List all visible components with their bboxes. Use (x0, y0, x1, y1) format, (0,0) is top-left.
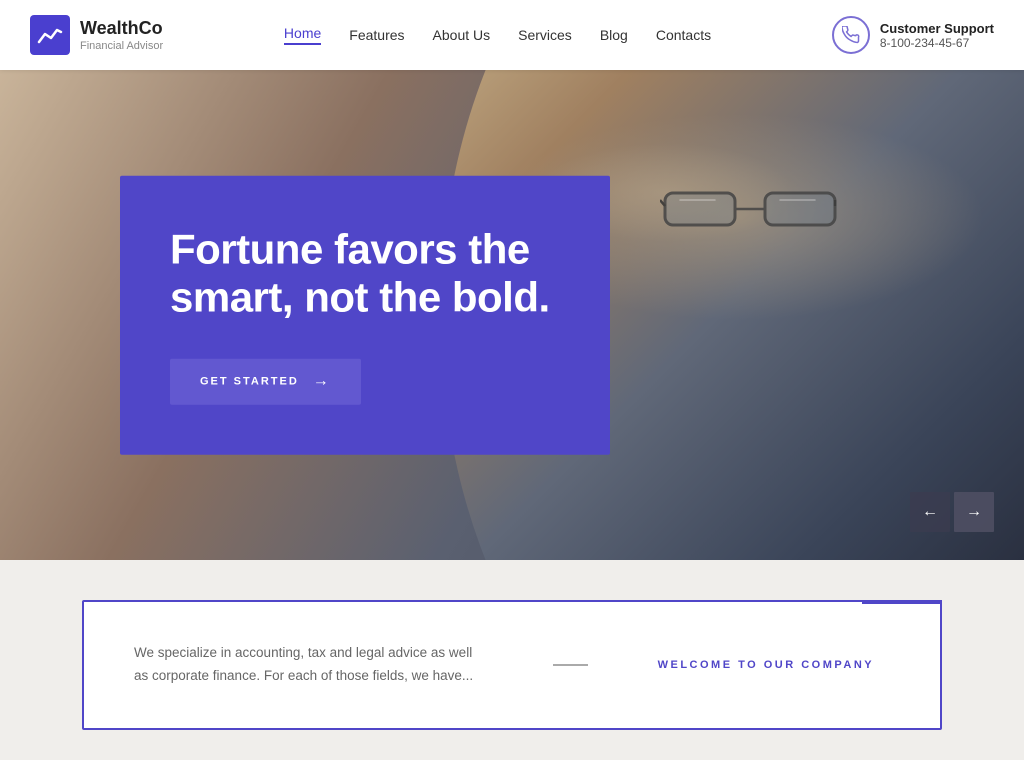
hero-headline: Fortune favors the smart, not the bold. (170, 226, 555, 323)
arrow-right-icon: → (313, 372, 331, 390)
card-description: We specialize in accounting, tax and leg… (134, 642, 483, 688)
welcome-card: We specialize in accounting, tax and leg… (82, 600, 942, 730)
slider-prev-button[interactable]: ← (910, 492, 950, 532)
get-started-button[interactable]: GET STARTED → (170, 358, 361, 404)
logo-icon (30, 15, 70, 55)
support-phone: 8-100-234-45-67 (880, 36, 994, 50)
logo-title: WealthCo (80, 18, 163, 40)
get-started-label: GET STARTED (200, 375, 299, 387)
header: WealthCo Financial Advisor Home Features… (0, 0, 1024, 70)
card-welcome: WELCOME TO OUR COMPANY (658, 642, 890, 688)
welcome-label: WELCOME TO OUR COMPANY (658, 659, 890, 671)
glasses-detail (660, 178, 840, 238)
logo[interactable]: WealthCo Financial Advisor (30, 15, 163, 55)
slider-controls: ← → (910, 492, 994, 532)
card-divider (553, 664, 588, 666)
company-description: We specialize in accounting, tax and leg… (134, 642, 483, 688)
phone-icon (832, 16, 870, 54)
below-hero-section: We specialize in accounting, tax and leg… (0, 560, 1024, 760)
support-label: Customer Support (880, 21, 994, 36)
slider-next-button[interactable]: → (954, 492, 994, 532)
customer-support[interactable]: Customer Support 8-100-234-45-67 (832, 16, 994, 54)
support-text: Customer Support 8-100-234-45-67 (880, 21, 994, 50)
nav-item-contacts[interactable]: Contacts (656, 27, 711, 43)
nav-item-blog[interactable]: Blog (600, 27, 628, 43)
main-nav: Home Features About Us Services Blog Con… (284, 25, 711, 45)
nav-item-home[interactable]: Home (284, 25, 321, 45)
hero-content-box: Fortune favors the smart, not the bold. … (120, 176, 610, 455)
logo-subtitle: Financial Advisor (80, 40, 163, 52)
nav-item-services[interactable]: Services (518, 27, 572, 43)
nav-item-about[interactable]: About Us (433, 27, 491, 43)
logo-text: WealthCo Financial Advisor (80, 18, 163, 52)
hero-section: Fortune favors the smart, not the bold. … (0, 70, 1024, 560)
nav-item-features[interactable]: Features (349, 27, 404, 43)
